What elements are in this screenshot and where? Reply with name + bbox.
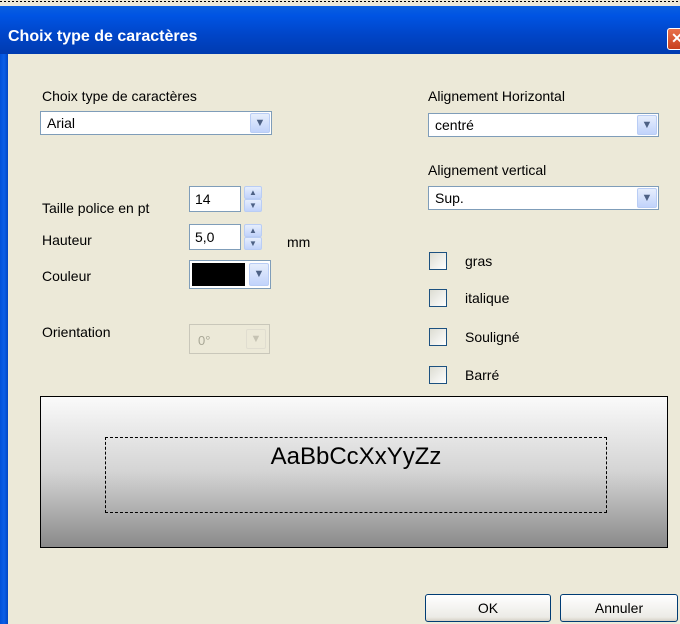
height-unit: mm — [287, 234, 311, 250]
v-align-label: Alignement vertical — [428, 162, 547, 178]
v-align-select-value: Sup. — [435, 190, 464, 206]
window-title: Choix type de caractères — [8, 28, 198, 45]
spin-up-icon[interactable]: ▲ — [244, 186, 262, 199]
size-label: Taille police en pt — [42, 200, 150, 216]
color-picker[interactable]: ▼ — [189, 260, 271, 289]
size-input-value: 14 — [195, 191, 211, 207]
font-select[interactable]: Arial ▼ — [40, 111, 272, 135]
height-label: Hauteur — [42, 232, 92, 248]
height-input-value: 5,0 — [195, 229, 215, 245]
chevron-down-icon[interactable]: ▼ — [637, 115, 657, 135]
checkbox-strikethrough-label[interactable]: Barré — [465, 367, 499, 383]
spin-up-icon[interactable]: ▲ — [244, 224, 262, 237]
h-align-select-value: centré — [435, 117, 474, 133]
v-align-select[interactable]: Sup. ▼ — [428, 186, 659, 210]
orientation-select-value: 0° — [198, 333, 211, 348]
window-frame-left — [0, 54, 8, 624]
h-align-select[interactable]: centré ▼ — [428, 113, 659, 137]
chevron-down-icon: ▼ — [246, 329, 266, 349]
color-swatch — [192, 263, 245, 286]
checkbox-bold-label[interactable]: gras — [465, 253, 492, 269]
chevron-down-icon[interactable]: ▼ — [250, 113, 270, 133]
size-spinner[interactable]: ▲ ▼ — [244, 186, 262, 212]
font-label: Choix type de caractères — [42, 88, 197, 104]
checkbox-italic[interactable] — [429, 289, 447, 307]
color-label: Couleur — [42, 268, 92, 284]
preview-sample-text: AaBbCcXxYyZz — [270, 443, 442, 470]
title-bar[interactable]: Choix type de caractères ✕ — [0, 6, 680, 54]
orientation-select[interactable]: 0° ▼ — [189, 324, 270, 354]
chevron-down-icon[interactable]: ▼ — [637, 188, 657, 208]
spin-down-icon[interactable]: ▼ — [244, 237, 262, 250]
orientation-label: Orientation — [42, 324, 111, 340]
h-align-label: Alignement Horizontal — [428, 88, 565, 104]
chevron-down-icon[interactable]: ▼ — [249, 263, 269, 286]
close-icon[interactable]: ✕ — [667, 28, 680, 50]
checkbox-strikethrough[interactable] — [429, 366, 447, 384]
checkbox-italic-label[interactable]: italique — [465, 290, 509, 306]
font-preview: AaBbCcXxYyZz — [40, 396, 668, 548]
checkbox-underline[interactable] — [429, 328, 447, 346]
size-input[interactable]: 14 — [189, 186, 241, 212]
checkbox-underline-label[interactable]: Souligné — [465, 329, 520, 345]
font-select-value: Arial — [47, 115, 76, 131]
ok-button[interactable]: OK — [425, 594, 551, 622]
checkbox-bold[interactable] — [429, 252, 447, 270]
cancel-button[interactable]: Annuler — [560, 594, 678, 622]
spin-down-icon[interactable]: ▼ — [244, 199, 262, 212]
preview-frame: AaBbCcXxYyZz — [105, 437, 607, 513]
height-spinner[interactable]: ▲ ▼ — [244, 224, 262, 250]
height-input[interactable]: 5,0 — [189, 224, 241, 250]
